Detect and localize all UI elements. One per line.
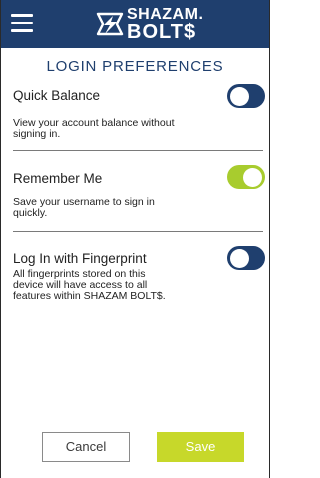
menu-icon[interactable] (11, 13, 33, 33)
toggle-knob (230, 248, 249, 268)
save-button[interactable]: Save (157, 432, 244, 462)
toggle-knob (230, 86, 249, 106)
pref-label: Remember Me (13, 171, 103, 186)
page-title: LOGIN PREFERENCES (46, 58, 224, 75)
pref-quick-balance: Quick Balance View your account balance … (13, 88, 263, 148)
pref-label: Quick Balance (13, 88, 101, 103)
cancel-button[interactable]: Cancel (42, 432, 130, 462)
top-bar: SHAZAM. BOLT$ (1, 0, 269, 48)
pref-description: Save your username to sign in quickly. (13, 196, 155, 219)
app-logo: SHAZAM. BOLT$ (91, 6, 211, 42)
logo-text-bolts: BOLT$ (127, 21, 197, 43)
quick-balance-toggle[interactable] (227, 84, 265, 108)
pref-fingerprint: Log In with Fingerprint All fingerprints… (13, 251, 263, 321)
pref-label: Log In with Fingerprint (13, 251, 147, 266)
divider (13, 231, 263, 232)
pref-description: All fingerprints stored on this device w… (13, 268, 166, 302)
remember-me-toggle[interactable] (227, 165, 265, 189)
pref-description: View your account balance without signin… (13, 117, 175, 140)
pref-remember-me: Remember Me Save your username to sign i… (13, 171, 263, 221)
shazam-bolt-logo-icon (96, 12, 124, 36)
toggle-knob (243, 167, 262, 187)
divider (13, 150, 263, 151)
fingerprint-toggle[interactable] (227, 246, 265, 270)
app-screen: SHAZAM. BOLT$ LOGIN PREFERENCES Quick Ba… (0, 0, 270, 478)
